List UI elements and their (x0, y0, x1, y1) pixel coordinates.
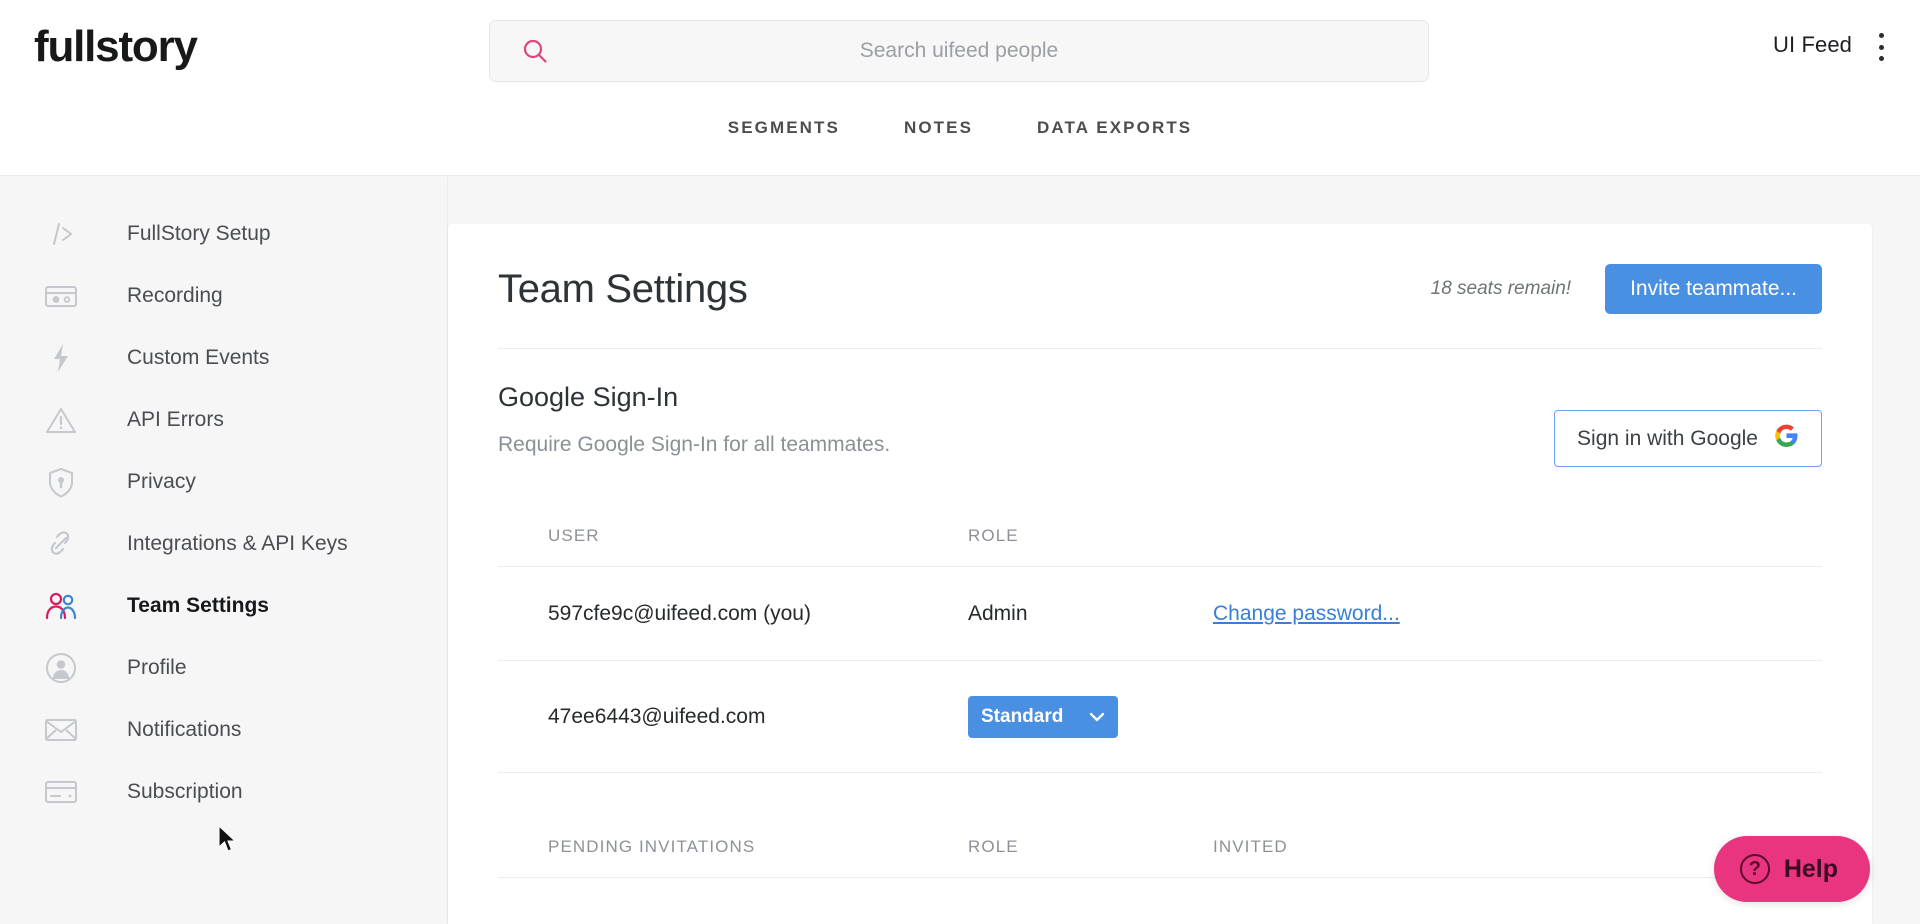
sidebar-item-fullstory-setup[interactable]: FullStory Setup (0, 203, 447, 265)
table-row: 597cfe9c@uifeed.com (you) Admin Change p… (498, 566, 1822, 661)
sidebar-item-integrations-api-keys[interactable]: Integrations & API Keys (0, 513, 447, 575)
member-action-empty (1213, 660, 1822, 773)
tab-notes[interactable]: NOTES (904, 118, 973, 138)
sidebar-item-label: Privacy (127, 470, 196, 493)
pending-invitations-section: PENDING INVITATIONS ROLE INVITED (498, 773, 1822, 878)
column-header-user: USER (498, 504, 968, 567)
google-signin-title: Google Sign-In (498, 382, 679, 412)
help-button[interactable]: ? Help (1713, 836, 1870, 902)
column-header-role: ROLE (968, 504, 1213, 567)
pending-invitations-table: PENDING INVITATIONS ROLE INVITED (498, 815, 1822, 878)
fullstory-logo: fullstory (34, 22, 198, 71)
sidebar-item-subscription[interactable]: Subscription (0, 761, 447, 823)
recording-camera-icon (42, 277, 80, 315)
account-name[interactable]: UI Feed (1773, 32, 1852, 58)
sidebar-item-label: Subscription (127, 780, 243, 803)
google-signin-text: Google Sign-In Require Google Sign-In fo… (498, 382, 890, 457)
help-button-label: Help (1783, 854, 1838, 883)
member-role: Admin (968, 566, 1213, 661)
seats-remaining-label: 18 seats remain! (1430, 278, 1572, 299)
google-g-icon (1774, 423, 1799, 454)
link-chain-icon (42, 525, 80, 563)
sidebar-item-recording[interactable]: Recording (0, 265, 447, 327)
search-bar[interactable] (489, 20, 1429, 82)
sidebar-item-label: API Errors (127, 408, 224, 431)
sidebar-item-api-errors[interactable]: API Errors (0, 389, 447, 451)
sidebar-item-label: Team Settings (127, 594, 269, 617)
sidebar-item-profile[interactable]: Profile (0, 637, 447, 699)
sidebar: FullStory Setup Recording Custom Events (0, 177, 448, 924)
page-header-actions: 18 seats remain! Invite teammate... (1431, 264, 1822, 314)
tab-segments[interactable]: SEGMENTS (728, 118, 840, 138)
kebab-menu-icon[interactable] (1870, 30, 1892, 64)
sidebar-item-label: Custom Events (127, 346, 270, 369)
page-title: Team Settings (498, 266, 748, 311)
role-dropdown-value: Standard (981, 706, 1064, 727)
warning-triangle-icon (42, 401, 80, 439)
credit-card-icon (42, 773, 80, 811)
shield-lock-icon (42, 463, 80, 501)
primary-nav: SEGMENTS NOTES DATA EXPORTS (0, 118, 1920, 138)
sidebar-item-label: Profile (127, 656, 187, 679)
member-email: 597cfe9c@uifeed.com (you) (498, 566, 968, 661)
user-circle-icon (42, 649, 80, 687)
team-members-table: USER ROLE 597cfe9c@uifeed.com (you) Admi… (498, 504, 1822, 773)
sidebar-item-notifications[interactable]: Notifications (0, 699, 447, 761)
column-header-actions (1213, 504, 1822, 567)
search-icon (522, 38, 548, 64)
sidebar-item-label: Integrations & API Keys (127, 532, 348, 555)
sidebar-item-label: Notifications (127, 718, 242, 741)
google-signin-subtitle: Require Google Sign-In for all teammates… (498, 433, 891, 456)
code-brackets-icon (42, 215, 80, 253)
envelope-icon (42, 711, 80, 749)
lightning-bolt-icon (42, 339, 80, 377)
sidebar-item-privacy[interactable]: Privacy (0, 451, 447, 513)
app-header: fullstory UI Feed SEGMENTS NOTES DATA EX… (0, 0, 1920, 176)
invite-teammate-button[interactable]: Invite teammate... (1605, 264, 1822, 314)
table-row: 47ee6443@uifeed.com Standard (498, 660, 1822, 773)
tab-data-exports[interactable]: DATA EXPORTS (1037, 118, 1192, 138)
team-settings-card: Team Settings 18 seats remain! Invite te… (448, 224, 1872, 924)
sidebar-item-label: FullStory Setup (127, 222, 271, 245)
google-signin-section: Google Sign-In Require Google Sign-In fo… (498, 349, 1822, 504)
change-password-link[interactable]: Change password... (1213, 602, 1400, 625)
table-header-row: USER ROLE (498, 504, 1822, 567)
sidebar-item-team-settings[interactable]: Team Settings (0, 575, 447, 637)
sidebar-item-custom-events[interactable]: Custom Events (0, 327, 447, 389)
page-header: Team Settings 18 seats remain! Invite te… (498, 224, 1822, 348)
question-circle-icon: ? (1739, 854, 1770, 884)
sign-in-with-google-button[interactable]: Sign in with Google (1554, 410, 1822, 467)
sidebar-item-label: Recording (127, 284, 223, 307)
sign-in-with-google-label: Sign in with Google (1577, 426, 1758, 450)
search-input[interactable] (490, 21, 1428, 81)
column-header-pending-invitations: PENDING INVITATIONS (498, 815, 968, 878)
two-people-icon (42, 587, 80, 625)
role-dropdown[interactable]: Standard (968, 696, 1118, 738)
column-header-pending-role: ROLE (968, 815, 1213, 878)
table-header-row: PENDING INVITATIONS ROLE INVITED (498, 815, 1822, 878)
chevron-down-icon (1089, 709, 1105, 726)
member-email: 47ee6443@uifeed.com (498, 660, 968, 773)
